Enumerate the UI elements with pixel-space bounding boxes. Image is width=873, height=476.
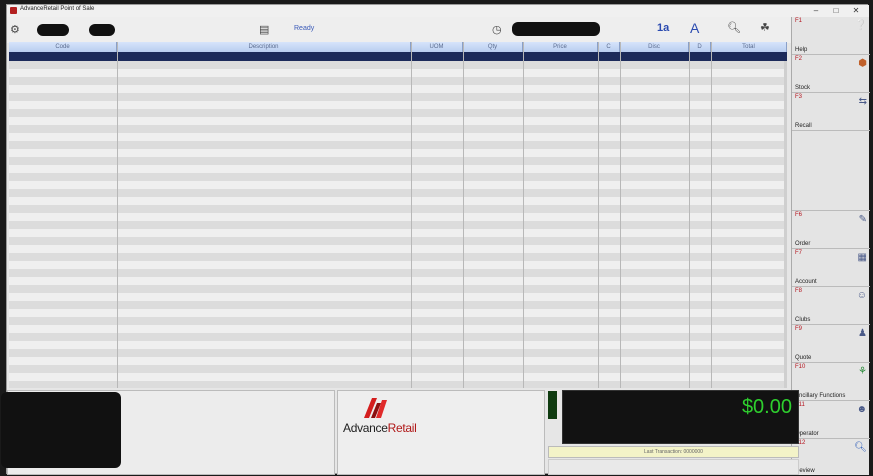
font-size-icon[interactable]: 1a	[657, 22, 669, 34]
fkey-caption: Clubs	[795, 317, 811, 323]
quote-icon: ♟	[858, 328, 867, 339]
fkey-label: F9	[795, 326, 803, 332]
fkey-caption: Order	[795, 241, 811, 247]
account-icon: ▦	[857, 252, 867, 263]
logo-panel: AdvanceRetail	[337, 390, 545, 475]
col-code[interactable]: Code	[9, 42, 117, 52]
col-qty[interactable]: Qty	[463, 42, 523, 52]
col-c[interactable]: C	[598, 42, 620, 52]
message-strip	[548, 459, 799, 475]
fkey-label: F7	[795, 250, 803, 256]
total-display: $0.00	[562, 390, 799, 444]
col-uom[interactable]: UOM	[411, 42, 463, 52]
status-strip	[548, 391, 557, 419]
fkey-label: F3	[795, 94, 803, 100]
recall-icon: ⇆	[858, 96, 867, 107]
review-icon: 🔍︎	[854, 442, 867, 453]
fkey-label: F2	[795, 56, 803, 62]
stock-icon: ⬢	[858, 58, 867, 69]
toolbar: ⚙ ▤ Ready ◷ 1a A 🔍︎ ☘	[7, 17, 792, 43]
fkey-account[interactable]: F7 ▦ Account	[792, 249, 870, 287]
app-icon	[10, 7, 17, 14]
minimize-button[interactable]: –	[807, 5, 825, 17]
maximize-button[interactable]: □	[827, 5, 845, 17]
col-price[interactable]: Price	[523, 42, 598, 52]
logo-brand-a: Advance	[343, 421, 388, 435]
search-icon[interactable]: 🔍︎	[727, 21, 741, 34]
fkey-label: F1	[795, 18, 803, 24]
logo-text: AdvanceRetail	[343, 421, 417, 435]
clock-icon: ◷	[492, 24, 502, 36]
order-icon: ✎	[858, 214, 867, 225]
window-title: AdvanceRetail Point of Sale	[20, 6, 95, 12]
col-d[interactable]: D	[689, 42, 711, 52]
fkey-ancillary[interactable]: F10 ⚘ Ancillary Functions	[792, 363, 870, 401]
grid-header: Code Description UOM Qty Price C Disc D …	[9, 42, 787, 52]
ancillary-icon: ⚘	[858, 366, 867, 377]
grid-scrollbar[interactable]	[784, 61, 787, 388]
settings-icon[interactable]: ⚙	[10, 23, 20, 36]
redacted-info	[89, 24, 115, 36]
logo-brand-b: Retail	[387, 421, 417, 435]
fkey-caption: Quote	[795, 355, 812, 361]
col-disc[interactable]: Disc	[620, 42, 689, 52]
fkey-order[interactable]: F6 ✎ Order	[792, 211, 870, 249]
fkey-caption: Ancillary Functions	[795, 393, 846, 399]
redacted-customer	[1, 392, 121, 468]
last-transaction: Last Transaction: 0000000	[548, 446, 799, 458]
fkey-stock[interactable]: F2 ⬢ Stock	[792, 55, 870, 93]
fkey-caption: Account	[795, 279, 817, 285]
fkey-help[interactable]: F1 ❔ Help	[792, 17, 870, 55]
title-bar: AdvanceRetail Point of Sale – □ ✕	[7, 5, 869, 17]
fkey-label: F10	[795, 364, 806, 370]
fkey-caption: Stock	[795, 85, 811, 91]
col-description[interactable]: Description	[117, 42, 411, 52]
help-icon: ❔	[854, 20, 867, 31]
fkey-quote[interactable]: F9 ♟ Quote	[792, 325, 870, 363]
advanceretail-logo-icon	[364, 398, 387, 418]
clubs-icon: ☺	[856, 290, 867, 301]
fkey-caption: Recall	[795, 123, 812, 129]
close-button[interactable]: ✕	[847, 5, 865, 17]
fkey-operator[interactable]: F11 ☻ Operator	[792, 401, 870, 439]
fkey-recall[interactable]: F3 ⇆ Recall	[792, 93, 870, 131]
fkey-clubs[interactable]: F8 ☺ Clubs	[792, 287, 870, 325]
fkey-label: F6	[795, 212, 803, 218]
redacted-datetime	[512, 22, 600, 36]
transaction-grid[interactable]: Code Description UOM Qty Price C Disc D …	[9, 42, 787, 388]
pos-window: AdvanceRetail Point of Sale – □ ✕ ⚙ ▤ Re…	[1, 4, 870, 475]
grid-rows[interactable]	[9, 61, 787, 388]
fkey-blank[interactable]	[792, 131, 870, 211]
function-key-panel: F1 ❔ Help F2 ⬢ Stock F3 ⇆ Recall F6 ✎ Or…	[791, 17, 870, 475]
fkey-review[interactable]: F12 🔍︎ Review	[792, 439, 870, 475]
fkey-label: F8	[795, 288, 803, 294]
operator-icon: ☻	[856, 404, 867, 415]
status-text: Ready	[294, 25, 315, 32]
font-icon[interactable]: A	[690, 20, 699, 36]
fkey-caption: Help	[795, 47, 808, 53]
selected-row[interactable]	[9, 52, 787, 61]
total-amount: $0.00	[741, 396, 792, 418]
redacted-user	[37, 24, 69, 36]
col-total[interactable]: Total	[711, 42, 787, 52]
tree-icon[interactable]: ☘	[760, 21, 770, 34]
register-icon[interactable]: ▤	[259, 23, 269, 36]
